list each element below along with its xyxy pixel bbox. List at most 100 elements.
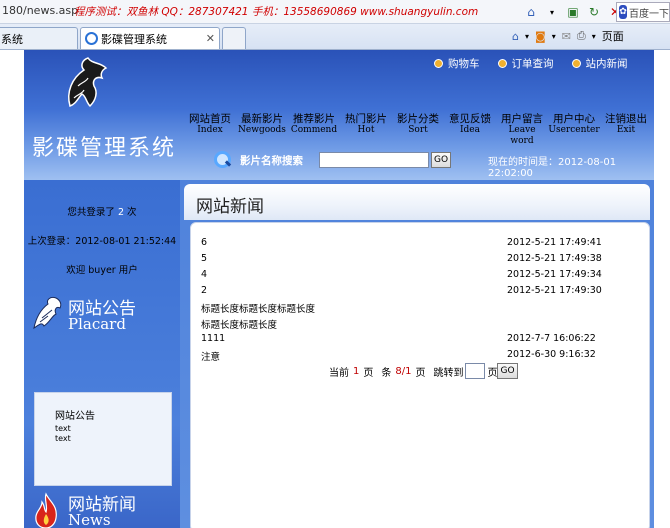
bullet-icon (497, 59, 507, 68)
bullet-icon (434, 59, 443, 68)
content-title-bar: 网站新闻 (184, 184, 650, 220)
main-nav: 网站首页 Index 最新影片 Newgoods 推荐影片 Commend 热门影片 H… (184, 114, 652, 147)
list-item[interactable]: 4 2012-5-21 17:49:34 (201, 267, 651, 283)
news-item-date: 2012-5-21 17:49:41 (507, 237, 602, 248)
eagle-icon (33, 297, 62, 330)
close-tab-icon[interactable]: ✕ (206, 32, 215, 45)
search-brand-label: 百度一下 (629, 8, 669, 20)
page-menu[interactable]: 页面 (602, 28, 624, 44)
bullet-icon (571, 59, 581, 68)
chevron-down-icon[interactable]: ▾ (525, 32, 529, 41)
last-login: 上次登录：2012-08-01 21:52:44 (27, 236, 177, 247)
login-count: 2 (117, 207, 125, 218)
notice-title[interactable]: 网站公告 (55, 407, 171, 422)
placard-subtitle: Placard (68, 315, 126, 333)
flame-icon (35, 492, 57, 528)
list-item[interactable]: 2 2012-5-21 17:49:30 (201, 283, 651, 299)
list-item[interactable]: 6 2012-5-21 17:49:41 (201, 235, 651, 251)
dropdown-icon[interactable]: ▾ (543, 3, 561, 21)
link-label: 订单查询 (511, 58, 554, 70)
link-label: 购物车 (448, 58, 480, 70)
news-subtitle: News (68, 511, 111, 528)
home-icon[interactable]: ⌂ (522, 3, 540, 21)
page-jump-input[interactable] (465, 363, 486, 379)
cart-link[interactable]: 购物车 (434, 56, 480, 71)
news-item-title[interactable]: 5 (201, 253, 207, 264)
news-item-date: 2012-5-21 17:49:30 (507, 285, 602, 296)
tab-system[interactable]: 系统 (0, 27, 78, 49)
nav-hot[interactable]: 热门影片 Hot (340, 114, 392, 147)
list-item[interactable]: 注意 2012-6-30 9:16:32 (201, 347, 651, 363)
home-icon[interactable]: ⌂ (512, 30, 519, 43)
news-item-title[interactable]: 4 (201, 269, 207, 280)
login-info: 您共登录了 2 次 上次登录：2012-08-01 21:52:44 欢迎 bu… (24, 204, 180, 291)
search-go-button[interactable]: GO (431, 152, 452, 168)
content-body: 6 2012-5-21 17:49:41 5 2012-5-21 17:49:38 … (190, 222, 650, 528)
username: buyer (88, 265, 116, 276)
site-header: 影碟管理系统 购物车 订单查询 站内新闻 网站首页 Index 最新影片 Newgo… (24, 50, 654, 180)
refresh-icon[interactable]: ↻ (585, 3, 603, 21)
page-count: 8/1 (395, 365, 412, 377)
tab-label: 系统 (1, 32, 23, 46)
pagination: 当前 1 页 条 8/1 页 跳转到 页 GO (329, 363, 518, 379)
news-item-title[interactable]: 标题长度标题长度标题长度 (201, 301, 315, 315)
list-item[interactable]: 标题长度标题长度 (201, 315, 651, 331)
list-item[interactable]: 标题长度标题长度标题长度 (201, 299, 651, 315)
feed-icon[interactable]: ◙ (535, 30, 546, 43)
ie-icon (85, 32, 98, 45)
news-header: 网站新闻 News (30, 490, 180, 528)
news-item-date: 2012-5-21 17:49:34 (507, 269, 602, 280)
login-count-line: 您共登录了 2 次 (67, 207, 137, 218)
page-title: 网站新闻 (196, 197, 264, 217)
marquee-text: 程序测试：双鱼林 QQ：287307421 手机：13558690869 www… (74, 6, 479, 18)
chevron-down-icon[interactable]: ▾ (592, 32, 596, 41)
page-viewport: 影碟管理系统 购物车 订单查询 站内新闻 网站首页 Index 最新影片 Newgo… (0, 50, 670, 528)
top-links: 购物车 订单查询 站内新闻 (434, 56, 628, 71)
browser-tab-bar: 系统 影碟管理系统 ✕ ⌂ ▾ ◙ ▾ ✉ ⎙ ▾ 页面 (0, 24, 670, 50)
nav-leave-word[interactable]: 用户留言 Leave word (496, 114, 548, 147)
nav-commend[interactable]: 推荐影片 Commend (288, 114, 340, 147)
tab-label: 影碟管理系统 (101, 32, 167, 46)
browser-address-bar: 180/news.asp 程序测试：双鱼林 QQ：287307421 手机：13… (0, 0, 670, 24)
page-jump-go-button[interactable]: GO (497, 363, 518, 379)
sidebar: 您共登录了 2 次 上次登录：2012-08-01 21:52:44 欢迎 bu… (24, 180, 180, 528)
mail-icon[interactable]: ✉ (562, 30, 571, 43)
search-label: 影片名称搜索 (240, 154, 303, 167)
compat-icon[interactable]: ▣ (564, 3, 582, 21)
news-item-title[interactable]: 1111 (201, 333, 225, 344)
news-item-date: 2012-5-21 17:49:38 (507, 253, 602, 264)
nav-sort[interactable]: 影片分类 Sort (392, 114, 444, 147)
nav-exit[interactable]: 注销退出 Exit (600, 114, 652, 147)
news-item-title[interactable]: 标题长度标题长度 (201, 317, 277, 331)
main-content: 网站新闻 6 2012-5-21 17:49:41 5 2012-5-21 17:4… (180, 180, 654, 528)
news-item-title[interactable]: 6 (201, 237, 207, 248)
print-icon[interactable]: ⎙ (577, 29, 586, 43)
notice-box: 网站公告 text text (34, 392, 172, 486)
tab-active[interactable]: 影碟管理系统 ✕ (80, 27, 220, 49)
current-time: 现在的时间是：2012-08-01 22:02:00 (488, 157, 617, 179)
placard-header: 网站公告 Placard (30, 294, 180, 340)
nav-usercenter[interactable]: 用户中心 Usercenter (548, 114, 600, 147)
notice-text: text (55, 434, 71, 443)
nav-newgoods[interactable]: 最新影片 Newgoods (236, 114, 288, 147)
search-input[interactable] (319, 152, 429, 168)
news-item-title[interactable]: 2 (201, 285, 207, 296)
baidu-paw-icon: ✿ (619, 5, 627, 19)
site-title: 影碟管理系统 (32, 136, 177, 161)
news-item-title[interactable]: 注意 (201, 349, 220, 363)
list-item[interactable]: 5 2012-5-21 17:49:38 (201, 251, 651, 267)
notice-text: text (55, 424, 71, 433)
search-box[interactable]: ✿ 百度一下 (616, 2, 670, 22)
address-url[interactable]: 180/news.asp (2, 4, 78, 17)
chevron-down-icon[interactable]: ▾ (552, 32, 556, 41)
horse-logo-icon (68, 57, 108, 108)
list-item[interactable]: 1111 2012-7-7 16:06:22 (201, 331, 651, 347)
nav-index[interactable]: 网站首页 Index (184, 114, 236, 147)
news-item-date: 2012-6-30 9:16:32 (507, 349, 596, 360)
site-news-link[interactable]: 站内新闻 (571, 56, 628, 71)
new-tab-button[interactable] (222, 27, 246, 49)
nav-idea[interactable]: 意见反馈 Idea (444, 114, 496, 147)
command-bar: ⌂ ▾ ◙ ▾ ✉ ⎙ ▾ 页面 (512, 28, 624, 44)
current-page: 1 (353, 365, 360, 377)
order-query-link[interactable]: 订单查询 (497, 56, 554, 71)
